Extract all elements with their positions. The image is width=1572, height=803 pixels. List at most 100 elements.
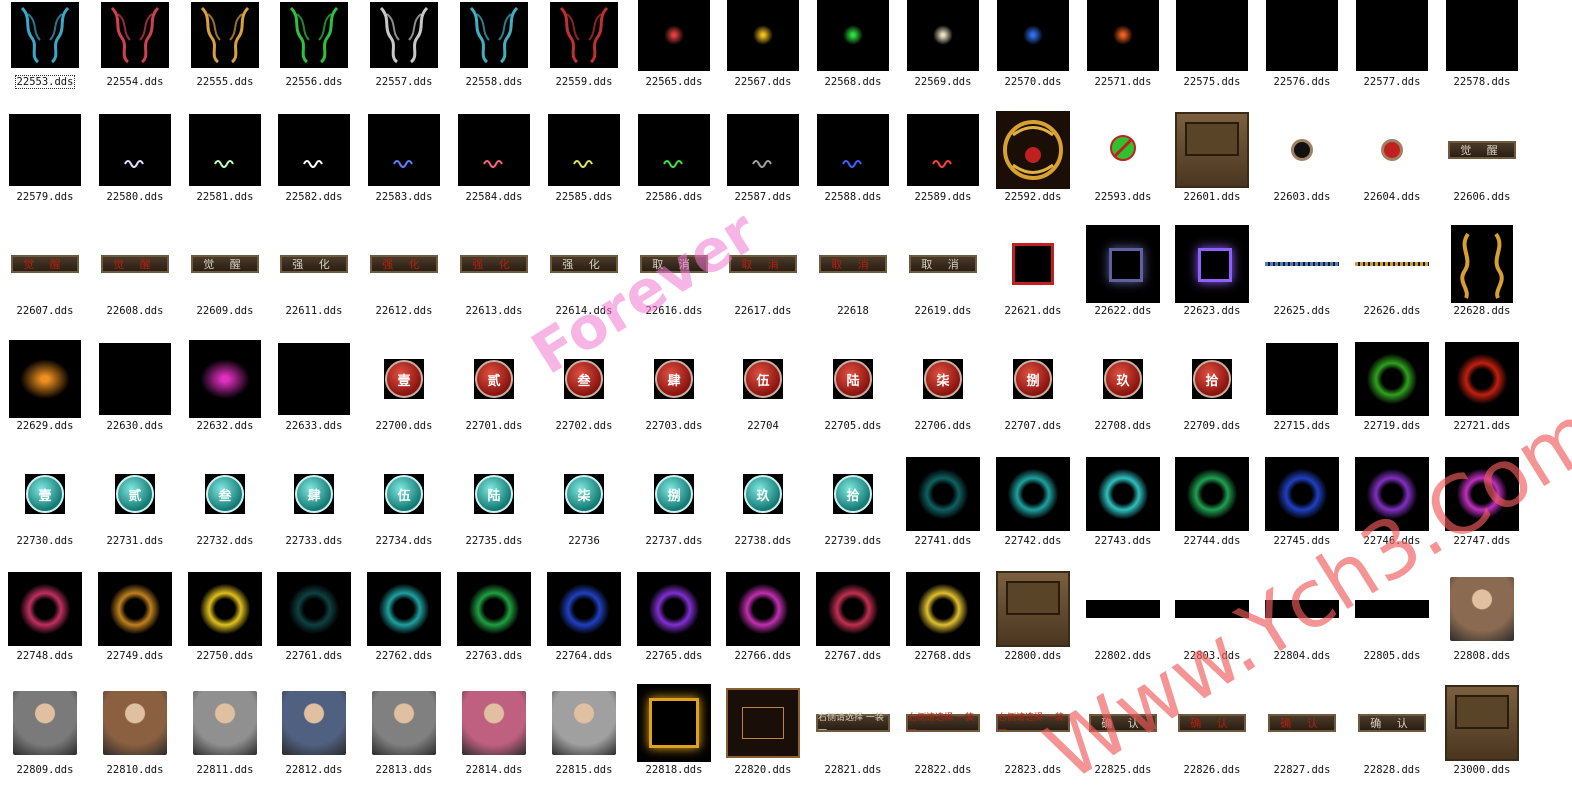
file-item[interactable]: 22745.dds xyxy=(1257,457,1347,574)
file-item[interactable]: 22805.dds xyxy=(1347,574,1437,689)
file-item[interactable]: 22576.dds xyxy=(1257,0,1347,115)
file-item[interactable]: 叁 22732.dds xyxy=(180,459,270,574)
file-item[interactable]: 捌 22737.dds xyxy=(629,459,719,574)
file-item[interactable]: 22744.dds xyxy=(1167,457,1257,574)
file-item[interactable]: 22629.dds xyxy=(0,340,90,459)
file-item[interactable]: 22766.dds xyxy=(718,572,808,689)
file-item[interactable]: 22623.dds xyxy=(1167,225,1257,344)
file-item[interactable]: 22811.dds xyxy=(180,688,270,803)
file-item[interactable]: 22578.dds xyxy=(1437,0,1527,115)
file-item[interactable]: 22812.dds xyxy=(269,688,359,803)
file-item[interactable]: 觉 醒 22609.dds xyxy=(180,229,270,344)
file-item[interactable]: 22601.dds xyxy=(1167,112,1257,230)
file-item[interactable]: 22820.dds xyxy=(718,688,808,803)
file-item[interactable]: 22764.dds xyxy=(539,572,629,689)
file-item[interactable]: 22765.dds xyxy=(629,572,719,689)
file-item[interactable]: 22555.dds xyxy=(180,0,270,115)
file-item[interactable]: 22802.dds xyxy=(1078,574,1168,689)
file-item[interactable]: 22557.dds xyxy=(359,0,449,115)
file-item[interactable]: 22630.dds xyxy=(90,343,180,459)
file-item[interactable]: 拾 22739.dds xyxy=(808,459,898,574)
file-item[interactable]: 拾 22709.dds xyxy=(1167,344,1257,459)
file-item[interactable]: 22748.dds xyxy=(0,572,90,689)
file-item[interactable]: 确 认 22826.dds xyxy=(1167,688,1257,803)
file-item[interactable]: 贰 22701.dds xyxy=(449,344,539,459)
file-item[interactable]: 22569.dds xyxy=(898,0,988,115)
file-item[interactable]: 22554.dds xyxy=(90,0,180,115)
file-item[interactable]: 22583.dds xyxy=(359,114,449,230)
file-item[interactable]: 陆 22705.dds xyxy=(808,344,898,459)
file-item[interactable]: 22808.dds xyxy=(1437,574,1527,689)
file-item[interactable]: 觉 醒 22606.dds xyxy=(1437,115,1527,230)
file-item[interactable]: 肆 22733.dds xyxy=(269,459,359,574)
file-item[interactable]: 22804.dds xyxy=(1257,574,1347,689)
file-item[interactable]: 22575.dds xyxy=(1167,0,1257,115)
file-item[interactable]: 22604.dds xyxy=(1347,115,1437,230)
file-item[interactable]: 右侧请选择 一装一 22822.dds xyxy=(898,688,988,803)
file-item[interactable]: 22743.dds xyxy=(1078,457,1168,574)
file-item[interactable]: 22568.dds xyxy=(808,0,898,115)
file-item[interactable]: 22741.dds xyxy=(898,457,988,574)
file-item[interactable]: 陆 22735.dds xyxy=(449,459,539,574)
file-item[interactable]: 觉 醒 22607.dds xyxy=(0,229,90,344)
file-item[interactable]: 22592.dds xyxy=(988,111,1078,230)
file-item[interactable]: 22567.dds xyxy=(718,0,808,115)
file-item[interactable]: 觉 醒 22608.dds xyxy=(90,229,180,344)
file-item[interactable]: 取 消 22616.dds xyxy=(629,229,719,344)
file-item[interactable]: 22556.dds xyxy=(269,0,359,115)
file-item[interactable]: 22559.dds xyxy=(539,0,629,115)
file-item[interactable]: 22621.dds xyxy=(988,229,1078,344)
file-item[interactable]: 22810.dds xyxy=(90,688,180,803)
file-item[interactable]: 22626.dds xyxy=(1347,229,1437,344)
file-item[interactable]: 叁 22702.dds xyxy=(539,344,629,459)
file-item[interactable]: 右侧请选择 一装一 22823.dds xyxy=(988,688,1078,803)
file-item[interactable]: 22800.dds xyxy=(988,571,1078,689)
file-item[interactable]: 22570.dds xyxy=(988,0,1078,115)
file-item[interactable]: 22581.dds xyxy=(180,114,270,230)
file-item[interactable]: 22742.dds xyxy=(988,457,1078,574)
file-item[interactable]: 22593.dds xyxy=(1078,115,1168,230)
file-item[interactable]: 22585.dds xyxy=(539,114,629,230)
file-item[interactable]: 22813.dds xyxy=(359,688,449,803)
file-item[interactable]: 22633.dds xyxy=(269,343,359,459)
file-item[interactable]: 22586.dds xyxy=(629,114,719,230)
file-item[interactable]: 22589.dds xyxy=(898,114,988,230)
file-item[interactable]: 强 化 22613.dds xyxy=(449,229,539,344)
file-item[interactable]: 柒 22736 xyxy=(539,459,629,574)
file-item[interactable]: 22553.dds xyxy=(0,0,90,115)
file-item[interactable]: 取 消 22619.dds xyxy=(898,229,988,344)
file-item[interactable]: 22761.dds xyxy=(269,572,359,689)
file-item[interactable]: 23000.dds xyxy=(1437,685,1527,803)
file-item[interactable]: 22768.dds xyxy=(898,572,988,689)
file-item[interactable]: 22719.dds xyxy=(1347,342,1437,459)
file-item[interactable]: 22763.dds xyxy=(449,572,539,689)
file-item[interactable]: 22577.dds xyxy=(1347,0,1437,115)
file-item[interactable]: 22762.dds xyxy=(359,572,449,689)
file-item[interactable]: 玖 22738.dds xyxy=(718,459,808,574)
file-item[interactable]: 22715.dds xyxy=(1257,343,1347,459)
file-item[interactable]: 22565.dds xyxy=(629,0,719,115)
file-item[interactable]: 强 化 22614.dds xyxy=(539,229,629,344)
file-item[interactable]: 取 消 22617.dds xyxy=(718,229,808,344)
file-item[interactable]: 确 认 22827.dds xyxy=(1257,688,1347,803)
file-item[interactable]: 22571.dds xyxy=(1078,0,1168,115)
file-item[interactable]: 22747.dds xyxy=(1437,457,1527,574)
file-item[interactable]: 22750.dds xyxy=(180,572,270,689)
file-item[interactable]: 22582.dds xyxy=(269,114,359,230)
file-item[interactable]: 22809.dds xyxy=(0,688,90,803)
file-item[interactable]: 伍 22734.dds xyxy=(359,459,449,574)
file-item[interactable]: 确 认 22825.dds xyxy=(1078,688,1168,803)
file-item[interactable]: 强 化 22612.dds xyxy=(359,229,449,344)
file-item[interactable]: 22803.dds xyxy=(1167,574,1257,689)
file-item[interactable]: 壹 22700.dds xyxy=(359,344,449,459)
file-item[interactable]: 22814.dds xyxy=(449,688,539,803)
file-item[interactable]: 22587.dds xyxy=(718,114,808,230)
file-item[interactable]: 确 认 22828.dds xyxy=(1347,688,1437,803)
file-item[interactable]: 22625.dds xyxy=(1257,229,1347,344)
file-item[interactable]: 22767.dds xyxy=(808,572,898,689)
file-item[interactable]: 22628.dds xyxy=(1437,225,1527,344)
file-item[interactable]: 壹 22730.dds xyxy=(0,459,90,574)
file-item[interactable]: 柒 22706.dds xyxy=(898,344,988,459)
file-item[interactable]: 22622.dds xyxy=(1078,225,1168,344)
file-item[interactable]: 玖 22708.dds xyxy=(1078,344,1168,459)
